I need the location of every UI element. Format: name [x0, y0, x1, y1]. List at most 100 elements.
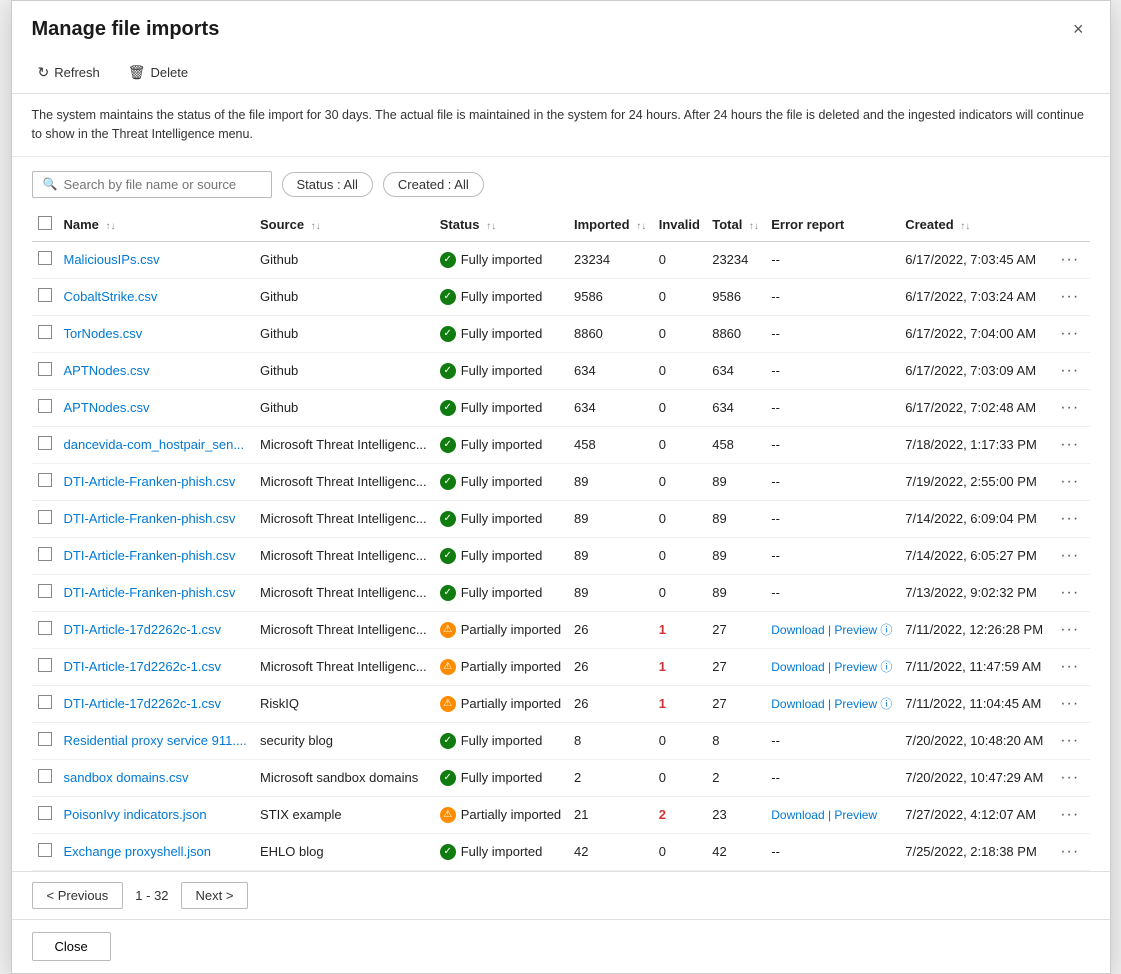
row-checkbox[interactable]: [38, 584, 52, 598]
cell-more: ···: [1050, 500, 1089, 537]
file-name-link[interactable]: sandbox domains.csv: [64, 770, 189, 785]
more-options-button[interactable]: ···: [1056, 323, 1083, 345]
more-options-button[interactable]: ···: [1056, 656, 1083, 678]
file-name-link[interactable]: APTNodes.csv: [64, 400, 150, 415]
cell-name: DTI-Article-Franken-phish.csv: [58, 500, 254, 537]
row-checkbox-cell: [32, 833, 58, 870]
file-name-link[interactable]: PoisonIvy indicators.json: [64, 807, 207, 822]
row-checkbox[interactable]: [38, 325, 52, 339]
cell-name: DTI-Article-Franken-phish.csv: [58, 463, 254, 500]
error-report-link[interactable]: Download | Preview ⓘ: [771, 697, 892, 711]
cell-status: ✓Fully imported: [434, 426, 568, 463]
close-dialog-button[interactable]: Close: [32, 932, 111, 961]
status-text: Fully imported: [461, 289, 543, 304]
file-name-link[interactable]: MaliciousIPs.csv: [64, 252, 160, 267]
row-checkbox[interactable]: [38, 473, 52, 487]
delete-button[interactable]: 🗑 Delete: [122, 60, 194, 85]
close-icon[interactable]: ×: [1067, 17, 1090, 42]
select-all-header[interactable]: [32, 206, 58, 242]
col-source[interactable]: Source ↑↓: [254, 206, 434, 242]
more-options-button[interactable]: ···: [1056, 286, 1083, 308]
row-checkbox[interactable]: [38, 621, 52, 635]
next-button[interactable]: Next >: [181, 882, 249, 909]
row-checkbox[interactable]: [38, 769, 52, 783]
row-checkbox[interactable]: [38, 806, 52, 820]
more-options-button[interactable]: ···: [1056, 619, 1083, 641]
more-options-button[interactable]: ···: [1056, 767, 1083, 789]
col-imported[interactable]: Imported ↑↓: [568, 206, 653, 242]
cell-name: APTNodes.csv: [58, 352, 254, 389]
check-icon: ✓: [440, 289, 456, 305]
file-name-link[interactable]: DTI-Article-Franken-phish.csv: [64, 548, 236, 563]
file-name-link[interactable]: DTI-Article-Franken-phish.csv: [64, 511, 236, 526]
cell-status: ✓Fully imported: [434, 833, 568, 870]
cell-more: ···: [1050, 574, 1089, 611]
search-box[interactable]: 🔍: [32, 171, 272, 198]
more-options-button[interactable]: ···: [1056, 804, 1083, 826]
row-checkbox[interactable]: [38, 547, 52, 561]
col-total[interactable]: Total ↑↓: [706, 206, 765, 242]
more-options-button[interactable]: ···: [1056, 582, 1083, 604]
file-name-link[interactable]: dancevida-com_hostpair_sen...: [64, 437, 245, 452]
status-badge: ✓Fully imported: [440, 733, 562, 749]
cell-total: 23234: [706, 241, 765, 278]
file-name-link[interactable]: Residential proxy service 911....: [64, 733, 247, 748]
cell-error-report: --: [765, 241, 899, 278]
row-checkbox[interactable]: [38, 658, 52, 672]
file-name-link[interactable]: CobaltStrike.csv: [64, 289, 158, 304]
more-options-button[interactable]: ···: [1056, 434, 1083, 456]
file-name-link[interactable]: DTI-Article-17d2262c-1.csv: [64, 696, 222, 711]
cell-imported: 8: [568, 722, 653, 759]
more-options-button[interactable]: ···: [1056, 693, 1083, 715]
more-options-button[interactable]: ···: [1056, 730, 1083, 752]
file-name-link[interactable]: DTI-Article-17d2262c-1.csv: [64, 622, 222, 637]
row-checkbox[interactable]: [38, 436, 52, 450]
cell-created: 6/17/2022, 7:04:00 AM: [899, 315, 1050, 352]
error-report-link[interactable]: Download | Preview ⓘ: [771, 623, 892, 637]
cell-total: 89: [706, 463, 765, 500]
refresh-button[interactable]: ↻ Refresh: [32, 60, 106, 85]
more-options-button[interactable]: ···: [1056, 545, 1083, 567]
file-name-link[interactable]: Exchange proxyshell.json: [64, 844, 211, 859]
file-name-link[interactable]: APTNodes.csv: [64, 363, 150, 378]
status-badge: ✓Fully imported: [440, 511, 562, 527]
error-report-link[interactable]: Download | Preview ⓘ: [771, 660, 892, 674]
more-options-button[interactable]: ···: [1056, 471, 1083, 493]
select-all-checkbox[interactable]: [38, 216, 52, 230]
row-checkbox[interactable]: [38, 288, 52, 302]
previous-button[interactable]: < Previous: [32, 882, 124, 909]
cell-invalid: 0: [653, 833, 707, 870]
more-options-button[interactable]: ···: [1056, 360, 1083, 382]
more-options-button[interactable]: ···: [1056, 508, 1083, 530]
cell-more: ···: [1050, 611, 1089, 648]
more-options-button[interactable]: ···: [1056, 397, 1083, 419]
row-checkbox[interactable]: [38, 362, 52, 376]
file-name-link[interactable]: DTI-Article-Franken-phish.csv: [64, 585, 236, 600]
file-name-link[interactable]: DTI-Article-Franken-phish.csv: [64, 474, 236, 489]
row-checkbox[interactable]: [38, 399, 52, 413]
status-badge: ✓Fully imported: [440, 437, 562, 453]
more-options-button[interactable]: ···: [1056, 841, 1083, 863]
status-text: Fully imported: [461, 844, 543, 859]
cell-invalid: 0: [653, 574, 707, 611]
search-input[interactable]: [63, 177, 260, 192]
cell-created: 7/11/2022, 11:47:59 AM: [899, 648, 1050, 685]
row-checkbox[interactable]: [38, 251, 52, 265]
status-filter-pill[interactable]: Status : All: [282, 172, 373, 197]
sort-name-icon: ↑↓: [106, 221, 116, 232]
col-created[interactable]: Created ↑↓: [899, 206, 1050, 242]
cell-invalid: 1: [653, 648, 707, 685]
row-checkbox[interactable]: [38, 843, 52, 857]
col-name[interactable]: Name ↑↓: [58, 206, 254, 242]
cell-imported: 2: [568, 759, 653, 796]
file-name-link[interactable]: TorNodes.csv: [64, 326, 143, 341]
table-row: APTNodes.csvGithub✓Fully imported6340634…: [32, 389, 1090, 426]
row-checkbox[interactable]: [38, 695, 52, 709]
row-checkbox[interactable]: [38, 732, 52, 746]
row-checkbox[interactable]: [38, 510, 52, 524]
file-name-link[interactable]: DTI-Article-17d2262c-1.csv: [64, 659, 222, 674]
error-report-link[interactable]: Download | Preview: [771, 808, 877, 822]
col-status[interactable]: Status ↑↓: [434, 206, 568, 242]
more-options-button[interactable]: ···: [1056, 249, 1083, 271]
created-filter-pill[interactable]: Created : All: [383, 172, 484, 197]
